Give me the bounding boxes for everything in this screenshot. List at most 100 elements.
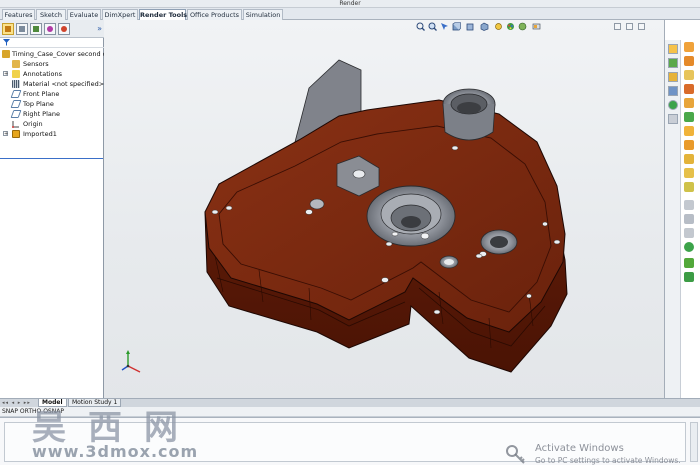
display-style-icon[interactable]: [480, 22, 489, 31]
view-palette-icon[interactable]: [668, 86, 678, 96]
tree-item-origin[interactable]: Origin: [0, 119, 104, 129]
expand-toggle[interactable]: +: [3, 71, 8, 77]
panel-toolbar: »: [0, 20, 104, 38]
tree-filter-row: [0, 38, 104, 48]
graphics-viewport[interactable]: [104, 20, 664, 400]
copy-appearance-icon[interactable]: [684, 70, 694, 80]
tree-item-label: Imported1: [23, 130, 57, 138]
origin-icon: [12, 120, 20, 128]
site-watermark: 吴西网 www.3dmox.com: [32, 400, 232, 465]
view-orientation-icon[interactable]: [466, 22, 475, 31]
render-tool-icon[interactable]: [684, 42, 694, 52]
preview-window-icon[interactable]: [684, 140, 694, 150]
tree-item-label: Front Plane: [23, 90, 60, 98]
edit-appearance-icon[interactable]: [506, 22, 515, 31]
paste-appearance-icon[interactable]: [684, 84, 694, 94]
solidworks-resources-icon[interactable]: [668, 44, 678, 54]
tree-item-label: Annotations: [23, 70, 63, 78]
zoom-to-fit-icon[interactable]: [416, 22, 425, 31]
feature-manager-panel: » Timing_Case_Cover second design Sensor…: [0, 20, 104, 418]
recall-last-render-icon[interactable]: [684, 214, 694, 224]
tab-office-products[interactable]: Office Products: [187, 9, 242, 20]
tree-item-label: Right Plane: [23, 110, 61, 118]
file-explorer-icon[interactable]: [668, 72, 678, 82]
plane-icon: [10, 90, 22, 98]
viewport-restore-icon[interactable]: [614, 23, 621, 30]
sun-light-icon[interactable]: [684, 272, 694, 282]
heads-up-view-toolbar: [416, 22, 576, 32]
tree-item-sensors[interactable]: Sensors: [0, 59, 104, 69]
tree-root-label: Timing_Case_Cover second design: [12, 50, 104, 58]
tree-item-imported1[interactable]: + Imported1: [0, 129, 104, 139]
display-manager-tab-button[interactable]: [58, 23, 70, 35]
coordinate-triad-icon: [121, 350, 141, 373]
sensors-icon: [12, 60, 20, 68]
tab-navigation-arrows-icon[interactable]: ◂◂ ◂ ▸ ▸▸: [2, 400, 31, 406]
feature-manager-tab-button[interactable]: [2, 23, 14, 35]
tree-item-material[interactable]: Material <not specified>: [0, 79, 104, 89]
final-render-icon[interactable]: [684, 154, 694, 164]
property-manager-tab-button[interactable]: [16, 23, 28, 35]
options-icon[interactable]: [684, 182, 694, 192]
watermark-url: www.3dmox.com: [32, 442, 199, 461]
render-region-icon[interactable]: [684, 168, 694, 178]
part-icon: [2, 50, 10, 58]
expand-panel-icon[interactable]: »: [97, 24, 102, 33]
motion-icon[interactable]: [684, 258, 694, 268]
activation-title: Activate Windows: [535, 443, 624, 454]
custom-properties-icon[interactable]: [668, 114, 678, 124]
tree-item-front-plane[interactable]: Front Plane: [0, 89, 104, 99]
edit-scene-icon[interactable]: [684, 98, 694, 108]
tab-simulation[interactable]: Simulation: [243, 9, 283, 20]
window-title-bar: Render: [0, 0, 700, 8]
design-library-icon[interactable]: [668, 58, 678, 68]
apply-scene-icon[interactable]: [518, 22, 527, 31]
annotations-icon: [12, 70, 20, 78]
tab-dimxpert[interactable]: DimXpert: [102, 9, 138, 20]
view-settings-icon[interactable]: [532, 22, 541, 31]
tree-item-label: Origin: [23, 120, 43, 128]
panel-divider: [0, 158, 103, 159]
tree-item-right-plane[interactable]: Right Plane: [0, 109, 104, 119]
expand-toggle[interactable]: +: [3, 131, 8, 137]
integrated-preview-icon[interactable]: [684, 126, 694, 136]
activation-key-icon: [506, 445, 525, 464]
tab-features[interactable]: Features: [2, 9, 35, 20]
cad-model-timing-case-cover[interactable]: [199, 56, 574, 386]
camera-icon[interactable]: [684, 228, 694, 238]
tab-sketch[interactable]: Sketch: [36, 9, 66, 20]
window-title: Render: [339, 0, 361, 7]
hide-show-items-icon[interactable]: [494, 22, 503, 31]
task-pane-tab-strip: [665, 40, 681, 400]
tree-item-label: Material <not specified>: [23, 80, 104, 88]
task-pane: [664, 20, 700, 400]
tree-item-top-plane[interactable]: Top Plane: [0, 99, 104, 109]
command-manager-tabs: Features Sketch Evaluate DimXpert Render…: [0, 8, 700, 20]
filter-icon[interactable]: [3, 39, 10, 46]
plane-icon: [10, 100, 22, 108]
viewport-tile-icon[interactable]: [626, 23, 633, 30]
activate-windows-notice: Activate Windows Go to PC settings to ac…: [505, 441, 700, 465]
walkthrough-icon[interactable]: [684, 242, 694, 252]
imported-body-icon: [12, 130, 20, 138]
tree-item-label: Sensors: [23, 60, 49, 68]
viewport-close-icon[interactable]: [638, 23, 645, 30]
zoom-to-area-icon[interactable]: [428, 22, 437, 31]
tree-root-part[interactable]: Timing_Case_Cover second design: [0, 49, 104, 59]
tab-evaluate[interactable]: Evaluate: [67, 9, 101, 20]
tab-render-tools[interactable]: Render Tools: [139, 9, 187, 20]
previous-view-icon[interactable]: [440, 22, 449, 31]
edit-appearance-tool-icon[interactable]: [684, 56, 694, 66]
tree-item-annotations[interactable]: + Annotations: [0, 69, 104, 79]
appearances-scenes-icon[interactable]: [668, 100, 678, 110]
tree-item-label: Top Plane: [23, 100, 54, 108]
feature-tree: Timing_Case_Cover second design Sensors …: [0, 49, 104, 139]
section-view-icon[interactable]: [452, 22, 461, 31]
dimxpert-manager-tab-button[interactable]: [44, 23, 56, 35]
material-icon: [12, 80, 20, 88]
configuration-manager-tab-button[interactable]: [30, 23, 42, 35]
plane-icon: [10, 110, 22, 118]
edit-decal-icon[interactable]: [684, 112, 694, 122]
schedule-render-icon[interactable]: [684, 200, 694, 210]
activation-subtitle: Go to PC settings to activate Windows.: [535, 456, 681, 465]
